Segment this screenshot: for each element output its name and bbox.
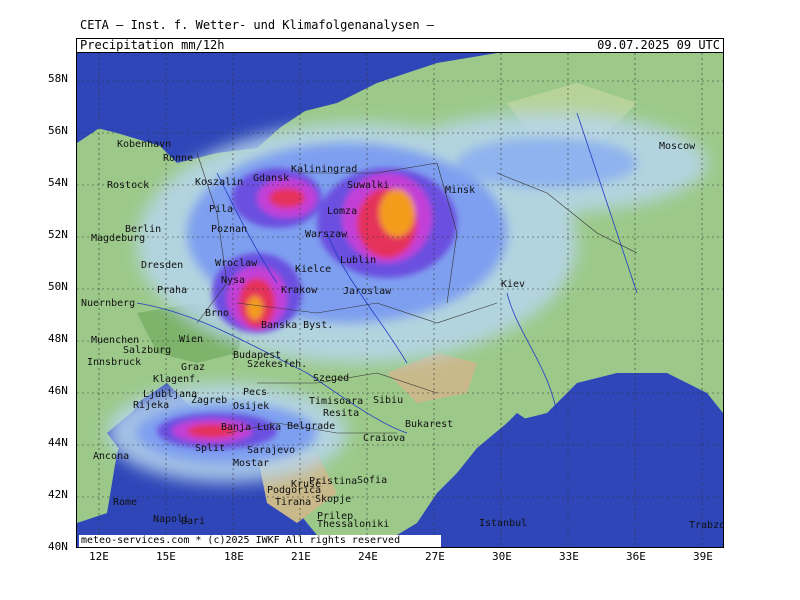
city-ljubljana: Ljubljana	[143, 389, 198, 400]
lon-label-21e: 21E	[291, 550, 311, 563]
city-krakow: Krakow	[281, 285, 318, 296]
city-szekesfeh: Szekesfeh.	[247, 359, 308, 370]
city-minsk: Minsk	[445, 185, 476, 196]
city-lublin: Lublin	[340, 255, 377, 266]
map-frame: Kobenhavn Ronne Rostock Koszalin Gdansk …	[76, 52, 724, 548]
city-wroclaw: Wroclaw	[215, 258, 258, 269]
city-thessaloniki: Thessaloniki	[317, 519, 390, 530]
city-bukarest: Bukarest	[405, 419, 454, 430]
city-rome: Rome	[113, 497, 138, 508]
city-graz: Graz	[181, 362, 206, 373]
city-bari: Bari	[181, 516, 206, 527]
precipitation-map	[77, 53, 723, 547]
city-rijeka: Rijeka	[133, 400, 170, 411]
lat-label-50n: 50N	[48, 280, 68, 293]
city-warszaw: Warszaw	[305, 229, 348, 240]
city-lomza: Lomza	[327, 206, 358, 217]
field-label: Precipitation mm/12h	[80, 38, 225, 52]
lat-label-56n: 56N	[48, 124, 68, 137]
city-belgrade: Belgrade	[287, 421, 336, 432]
city-brno: Brno	[205, 308, 230, 319]
city-resita: Resita	[323, 408, 360, 419]
city-kobenhavn: Kobenhavn	[117, 139, 172, 150]
lat-label-54n: 54N	[48, 176, 68, 189]
city-kielce: Kielce	[295, 264, 332, 275]
city-poznan: Poznan	[211, 224, 248, 235]
city-suwalki: Suwalki	[347, 180, 390, 191]
city-praha: Praha	[157, 285, 188, 296]
city-magdeburg: Magdeburg	[91, 233, 146, 244]
city-sofia: Sofia	[357, 475, 388, 486]
city-klagenf: Klagenf.	[153, 374, 202, 385]
lat-label-40n: 40N	[48, 540, 68, 553]
lon-label-39e: 39E	[693, 550, 713, 563]
city-mostar: Mostar	[233, 458, 270, 469]
city-gdansk: Gdansk	[253, 173, 290, 184]
lon-label-18e: 18E	[224, 550, 244, 563]
city-istanbul: Istanbul	[479, 518, 528, 529]
city-timisoara: Timisoara	[309, 396, 364, 407]
city-sibiu: Sibiu	[373, 395, 404, 406]
lat-label-58n: 58N	[48, 72, 68, 85]
city-pila: Pila	[209, 204, 234, 215]
lon-label-27e: 27E	[425, 550, 445, 563]
city-skopje: Skopje	[315, 494, 352, 505]
lon-label-33e: 33E	[559, 550, 579, 563]
city-kiev: Kiev	[501, 279, 526, 290]
copyright-footer: meteo-services.com * (c)2025 IWKF All ri…	[79, 535, 441, 547]
lon-label-24e: 24E	[358, 550, 378, 563]
city-moscow: Moscow	[659, 141, 696, 152]
city-wien: Wien	[179, 334, 204, 345]
city-podgorica: Podgorica	[267, 485, 322, 496]
city-split: Split	[195, 443, 226, 454]
datetime-label: 09.07.2025 09 UTC	[597, 38, 720, 52]
header-title: CETA — Inst. f. Wetter- und Klimafolgena…	[80, 18, 435, 32]
city-osijek: Osijek	[233, 401, 270, 412]
lat-label-52n: 52N	[48, 228, 68, 241]
city-trabzon: Trabzon	[689, 520, 723, 531]
lon-label-36e: 36E	[626, 550, 646, 563]
city-salzburg: Salzburg	[123, 345, 172, 356]
city-sarajevo: Sarajevo	[247, 445, 296, 456]
city-kaliningrad: Kaliningrad	[291, 164, 358, 175]
lon-label-30e: 30E	[492, 550, 512, 563]
city-rostock: Rostock	[107, 180, 150, 191]
city-koszalin: Koszalin	[195, 177, 244, 188]
lon-label-12e: 12E	[89, 550, 109, 563]
lat-label-44n: 44N	[48, 436, 68, 449]
lat-label-48n: 48N	[48, 332, 68, 345]
city-nysa: Nysa	[221, 275, 246, 286]
city-ronne: Ronne	[163, 153, 194, 164]
city-banska-byst: Banska Byst.	[261, 320, 334, 331]
city-ancona: Ancona	[93, 451, 130, 462]
city-banja-luka: Banja Luka	[221, 422, 282, 433]
city-nuernberg: Nuernberg	[81, 298, 136, 309]
city-tirana: Tirana	[275, 497, 312, 508]
city-zagreb: Zagreb	[191, 395, 228, 406]
city-szeged: Szeged	[313, 373, 350, 384]
city-craiova: Craiova	[363, 433, 406, 444]
city-jaroslaw: Jaroslaw	[343, 286, 392, 297]
city-pecs: Pecs	[243, 387, 268, 398]
lat-label-42n: 42N	[48, 488, 68, 501]
lon-label-15e: 15E	[156, 550, 176, 563]
city-innsbruck: Innsbruck	[87, 357, 142, 368]
city-dresden: Dresden	[141, 260, 184, 271]
lat-label-46n: 46N	[48, 384, 68, 397]
title-bar: Precipitation mm/12h 09.07.2025 09 UTC	[76, 38, 724, 53]
